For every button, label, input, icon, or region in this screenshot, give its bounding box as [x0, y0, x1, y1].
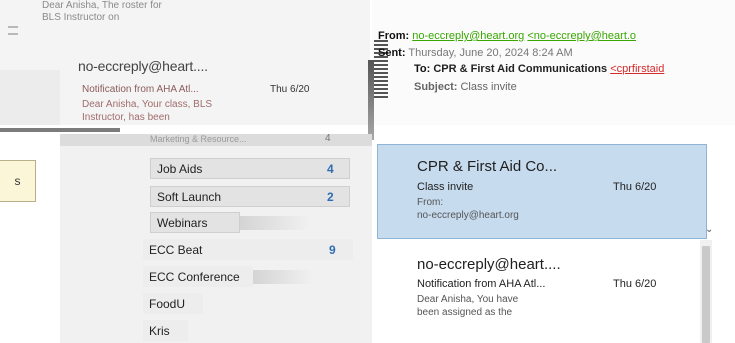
message-preview: Dear Anisha, You have been assigned as t…	[417, 293, 518, 319]
folder-unread-count: 4	[327, 161, 334, 176]
render-artifact	[253, 270, 313, 284]
from-label: From:	[378, 30, 410, 42]
message-preview-line: From:	[417, 197, 444, 208]
scrollbar-thumb[interactable]	[702, 246, 710, 343]
message-item[interactable]: CPR & First Aid Co... Class invite Thu 6…	[377, 144, 707, 239]
message-date: Thu 6/20	[613, 278, 657, 290]
background-preview-text: Dear Anisha, The roster for BLS Instruct…	[42, 0, 162, 24]
folder-kris[interactable]: Kris	[143, 320, 188, 341]
from-address-link[interactable]: no-eccreply@heart.org	[412, 30, 524, 42]
folder-label: FoodU	[149, 296, 186, 311]
message-preview-line: Instructor, has been	[82, 112, 170, 123]
sent-label: Sent:	[378, 47, 406, 59]
sent-line: Sent: Thursday, June 20, 2024 8:24 AM	[378, 47, 573, 59]
message-preview-line: Dear Anisha, You have	[417, 294, 519, 305]
divider	[8, 26, 18, 28]
folder-label: ECC Conference	[149, 269, 240, 284]
folder-label: Job Aids	[157, 161, 203, 176]
message-preview-line: no-eccreply@heart.org	[417, 210, 519, 221]
folder-label: Soft Launch	[157, 189, 222, 204]
to-address-link[interactable]: <cprfirstaid	[610, 63, 664, 75]
message-item[interactable]: no-eccreply@heart.... Notification from …	[377, 250, 697, 340]
message-subject: Class invite	[417, 181, 474, 193]
left-action-button-label: s	[14, 174, 21, 188]
message-subject: Notification from AHA Atl...	[417, 278, 546, 290]
message-subject: Notification from AHA Atl...	[82, 84, 199, 95]
divider	[0, 128, 120, 132]
subject-value: Class invite	[460, 81, 517, 93]
render-artifact	[240, 216, 310, 230]
to-label: To:	[414, 63, 431, 75]
folder-unread-count: 2	[327, 189, 334, 204]
folder-ecc-beat[interactable]: ECC Beat 9	[143, 239, 353, 260]
reading-pane-header: From: no-eccreply@heart.org <no-eccreply…	[372, 0, 735, 125]
folder-label: ECC Beat	[149, 242, 203, 257]
folder-partial-label: Marketing & Resource...	[150, 134, 247, 144]
folder-foodu[interactable]: FoodU	[143, 293, 203, 314]
pane-splitter[interactable]	[368, 60, 374, 140]
background-left-rail	[0, 70, 60, 125]
left-action-button[interactable]: s	[0, 160, 36, 202]
message-date: Thu 6/20	[613, 181, 657, 193]
from-line: From: no-eccreply@heart.org <no-eccreply…	[378, 30, 636, 42]
folder-label: Kris	[149, 323, 170, 338]
background-preview-line: BLS Instructor on	[42, 12, 120, 23]
chevron-down-icon[interactable]: ⌄	[705, 224, 717, 235]
to-value[interactable]: CPR & First Aid Communications	[433, 63, 607, 75]
background-preview-line: Dear Anisha, The roster for	[42, 0, 162, 11]
from-address-link-bracket[interactable]: <no-eccreply@heart.o	[527, 30, 636, 42]
message-preview-line: Dear Anisha, Your class, BLS	[82, 99, 213, 110]
folder-soft-launch[interactable]: Soft Launch 2	[150, 186, 350, 207]
to-line: To: CPR & First Aid Communications <cprf…	[414, 63, 664, 75]
divider	[8, 33, 18, 35]
folder-label: Webinars	[157, 215, 208, 230]
message-sender: no-eccreply@heart....	[417, 256, 561, 273]
message-date: Thu 6/20	[270, 84, 310, 95]
subject-label: Subject:	[414, 81, 458, 93]
folder-ecc-conference[interactable]: ECC Conference	[143, 266, 253, 287]
folder-partial-count: 4	[325, 133, 331, 144]
message-preview: From: no-eccreply@heart.org	[417, 196, 519, 222]
folder-job-aids[interactable]: Job Aids 4	[150, 158, 350, 179]
folder-webinars[interactable]: Webinars	[150, 212, 240, 233]
message-sender: no-eccreply@heart....	[78, 58, 208, 74]
message-sender: CPR & First Aid Co...	[417, 158, 558, 175]
subject-line: Subject: Class invite	[414, 81, 517, 93]
message-preview: Dear Anisha, Your class, BLS Instructor,…	[82, 98, 232, 124]
message-preview-line: been assigned as the	[417, 307, 513, 318]
folder-unread-count: 9	[329, 242, 336, 257]
sent-value: Thursday, June 20, 2024 8:24 AM	[408, 47, 573, 59]
